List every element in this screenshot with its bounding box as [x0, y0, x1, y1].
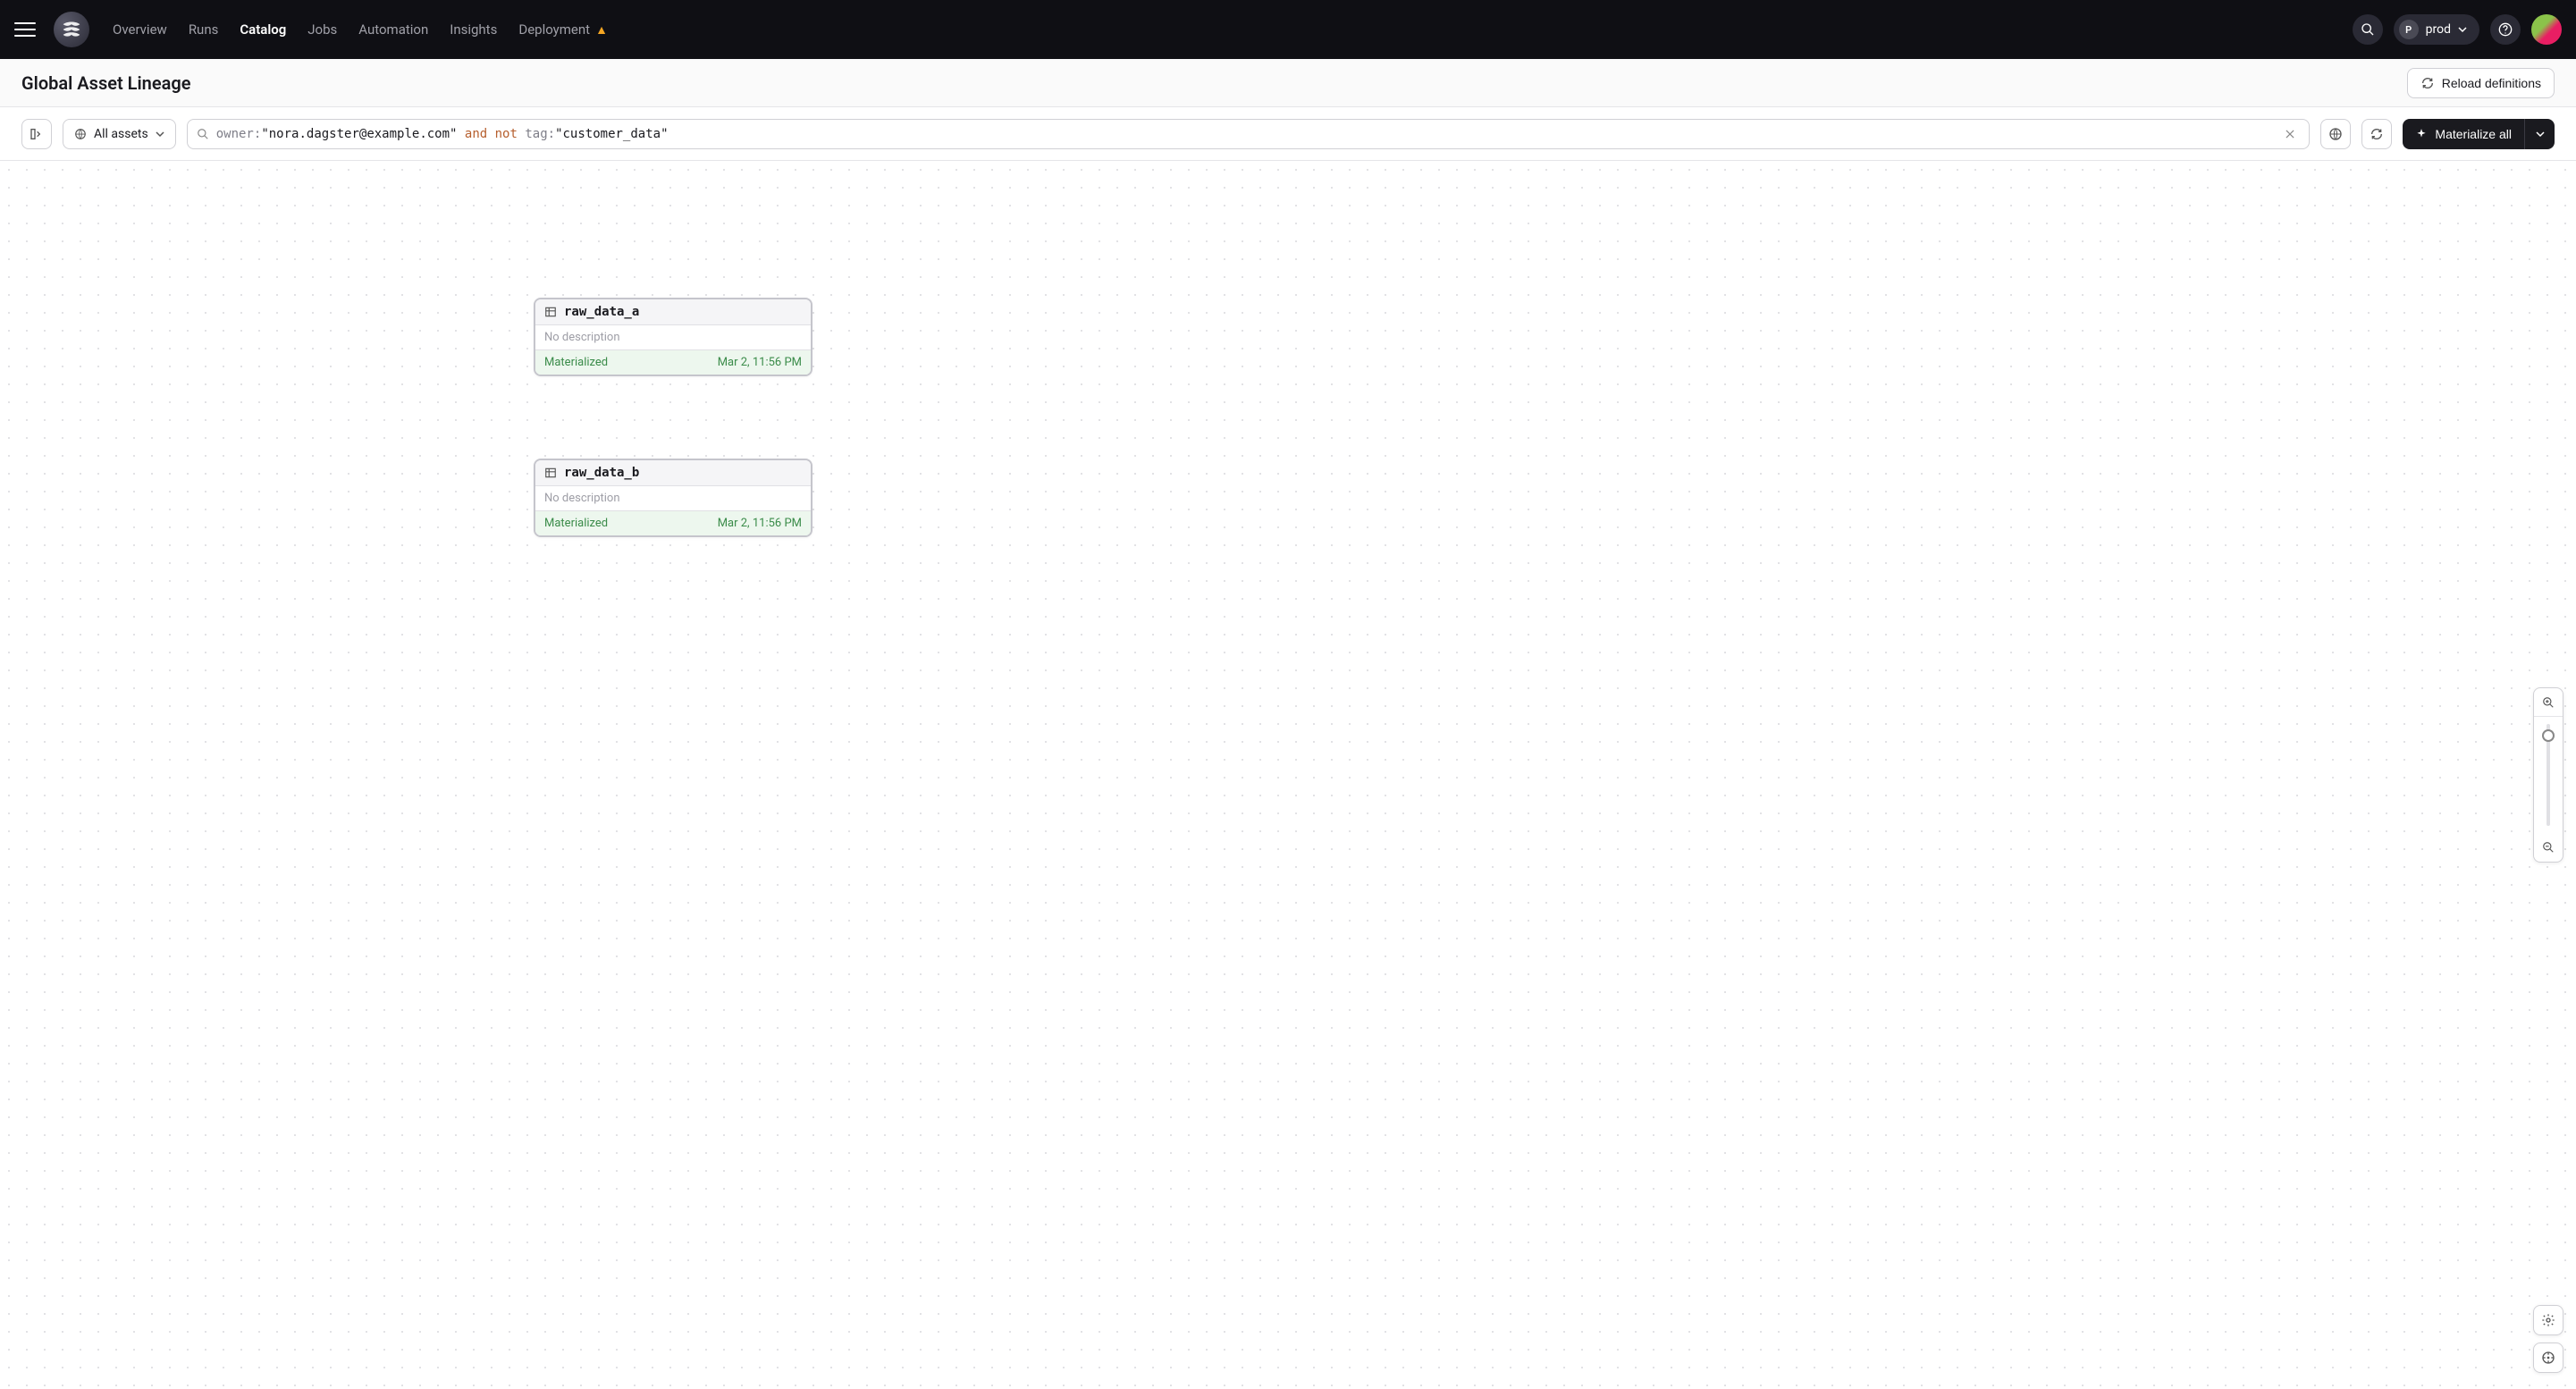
reload-icon: [2420, 76, 2435, 90]
asset-timestamp: Mar 2, 11:56 PM: [718, 356, 802, 369]
zoom-out-button[interactable]: [2534, 833, 2563, 862]
chevron-down-icon: [156, 130, 164, 139]
nav-runs[interactable]: Runs: [187, 18, 221, 41]
search-input[interactable]: owner:"nora.dagster@example.com" and not…: [187, 119, 2311, 149]
nav-catalog[interactable]: Catalog: [238, 18, 288, 41]
search-icon: [197, 128, 209, 140]
nav-label: Automation: [358, 21, 428, 38]
asset-status-row: Materialized Mar 2, 11:56 PM: [535, 350, 811, 375]
zoom-slider[interactable]: [2534, 717, 2563, 833]
asset-status-row: Materialized Mar 2, 11:56 PM: [535, 511, 811, 535]
assets-filter-button[interactable]: All assets: [63, 119, 176, 149]
refresh-button[interactable]: [2361, 119, 2392, 149]
asset-description: No description: [535, 486, 811, 511]
nav-label: Deployment: [518, 21, 590, 38]
nav-label: Overview: [113, 21, 167, 38]
asset-node[interactable]: raw_data_a No description Materialized Mar …: [534, 298, 812, 376]
asset-name: raw_data_a: [564, 305, 639, 319]
nav-overview[interactable]: Overview: [111, 18, 169, 41]
asset-status: Materialized: [544, 356, 608, 369]
zoom-panel: [2533, 687, 2563, 863]
canvas-settings-button[interactable]: [2533, 1305, 2563, 1335]
materialize-all-button[interactable]: Materialize all: [2403, 119, 2524, 149]
page-title: Global Asset Lineage: [21, 72, 191, 94]
help-icon[interactable]: [2490, 14, 2521, 45]
environment-label: prod: [2426, 22, 2451, 37]
reload-label: Reload definitions: [2442, 76, 2541, 90]
nav-insights[interactable]: Insights: [448, 18, 499, 41]
search-query-text: owner:"nora.dagster@example.com" and not…: [216, 127, 2274, 141]
warning-icon: ▲: [595, 22, 608, 38]
asset-node-header: raw_data_b: [535, 460, 811, 486]
materialize-label: Materialize all: [2435, 127, 2512, 141]
filter-label: All assets: [94, 127, 148, 141]
asset-description: No description: [535, 325, 811, 350]
nav-deployment[interactable]: Deployment ▲: [517, 18, 610, 41]
asset-name: raw_data_b: [564, 466, 639, 480]
hamburger-menu-icon[interactable]: [14, 19, 36, 40]
table-icon: [544, 467, 557, 479]
asset-timestamp: Mar 2, 11:56 PM: [718, 517, 802, 530]
clear-search-icon[interactable]: [2280, 128, 2300, 140]
table-icon: [544, 306, 557, 318]
nav-label: Runs: [189, 21, 219, 38]
nav-label: Jobs: [307, 21, 337, 38]
nav-automation[interactable]: Automation: [357, 18, 430, 41]
asset-node[interactable]: raw_data_b No description Materialized Mar …: [534, 459, 812, 537]
nav-label: Catalog: [240, 21, 286, 38]
nav-jobs[interactable]: Jobs: [306, 18, 339, 41]
asset-status: Materialized: [544, 517, 608, 530]
zoom-in-button[interactable]: [2534, 688, 2563, 717]
canvas-center-button[interactable]: [2533, 1343, 2563, 1373]
chevron-down-icon: [2458, 25, 2467, 34]
app-logo[interactable]: [54, 12, 89, 47]
globe-button[interactable]: [2320, 119, 2351, 149]
globe-icon: [74, 128, 87, 140]
environment-badge: P: [2399, 20, 2419, 39]
search-icon[interactable]: [2353, 14, 2383, 45]
user-avatar[interactable]: [2531, 14, 2562, 45]
materialize-dropdown-button[interactable]: [2524, 119, 2555, 149]
nav-label: Insights: [450, 21, 497, 38]
environment-selector[interactable]: P prod: [2394, 14, 2479, 45]
asset-node-header: raw_data_a: [535, 299, 811, 325]
sparkle-icon: [2415, 128, 2428, 140]
sidebar-toggle-button[interactable]: [21, 119, 52, 149]
reload-definitions-button[interactable]: Reload definitions: [2407, 68, 2555, 98]
